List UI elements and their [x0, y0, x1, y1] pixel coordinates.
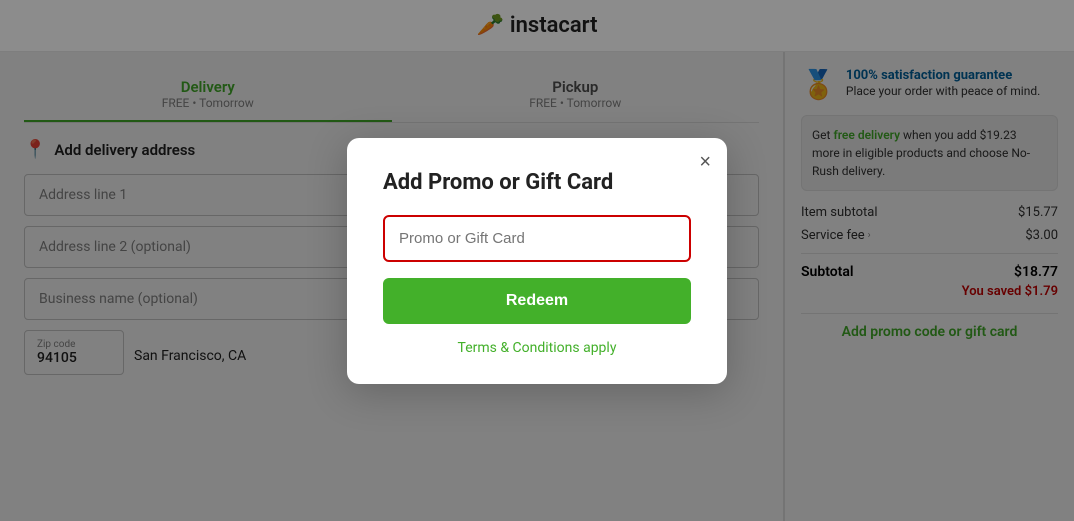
promo-input[interactable]: [383, 215, 691, 262]
modal-overlay: × Add Promo or Gift Card Redeem Terms & …: [0, 0, 1074, 521]
promo-modal: × Add Promo or Gift Card Redeem Terms & …: [347, 138, 727, 384]
modal-close-button[interactable]: ×: [699, 152, 711, 172]
terms-link[interactable]: Terms & Conditions apply: [383, 340, 691, 356]
modal-title: Add Promo or Gift Card: [383, 170, 691, 195]
redeem-button[interactable]: Redeem: [383, 278, 691, 324]
